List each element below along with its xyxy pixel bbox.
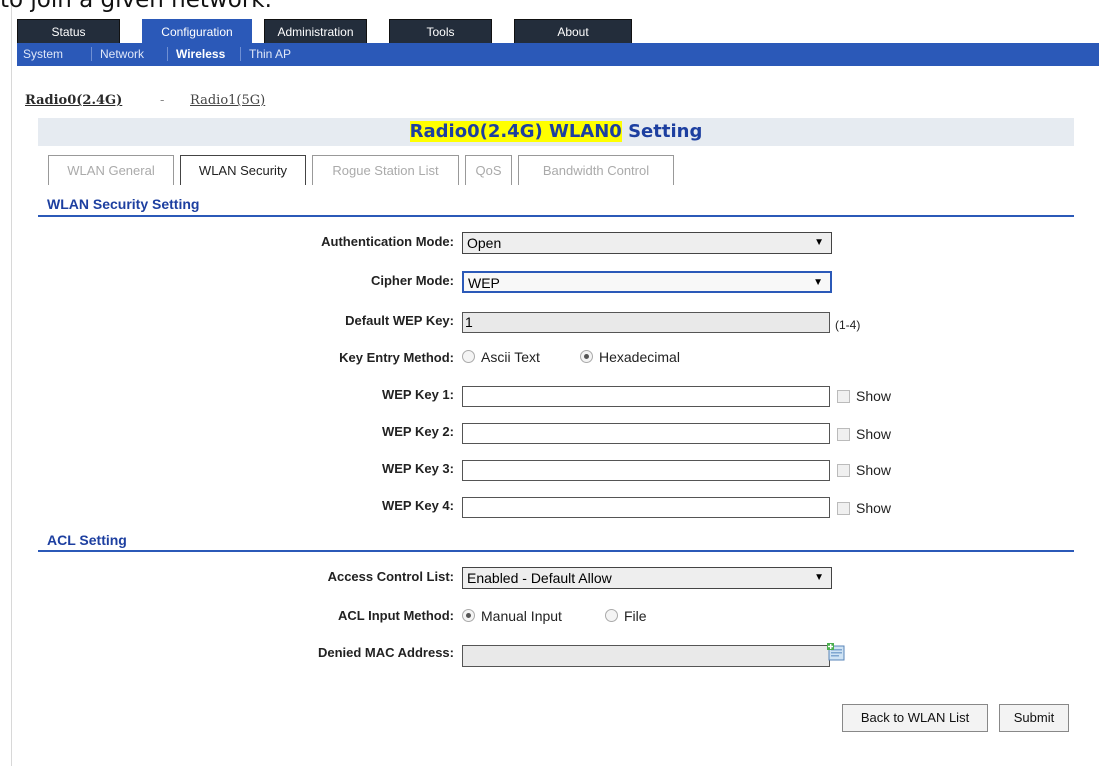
wlan-security-heading: WLAN Security Setting bbox=[47, 196, 200, 212]
subnav-divider bbox=[167, 47, 168, 61]
key-entry-method-label: Key Entry Method: bbox=[339, 350, 454, 365]
wep-key-1-input[interactable] bbox=[462, 386, 830, 407]
section-divider bbox=[38, 550, 1074, 552]
tab-wlan-security[interactable]: WLAN Security bbox=[180, 155, 306, 185]
checkbox-icon bbox=[837, 428, 850, 441]
tab-administration[interactable]: Administration bbox=[264, 19, 367, 43]
tab-wlan-general[interactable]: WLAN General bbox=[48, 155, 174, 185]
default-wep-key-input[interactable]: 1 bbox=[462, 312, 830, 333]
wep-key-4-label: WEP Key 4: bbox=[381, 498, 454, 513]
back-to-wlan-list-button[interactable]: Back to WLAN List bbox=[842, 704, 988, 732]
radio-separator: - bbox=[160, 93, 164, 108]
key-entry-ascii-radio[interactable]: Ascii Text bbox=[462, 349, 540, 365]
show-label: Show bbox=[856, 462, 892, 478]
radio-link-separator: - bbox=[160, 93, 165, 108]
checkbox-icon bbox=[837, 390, 850, 403]
add-mac-icon[interactable] bbox=[827, 643, 847, 661]
default-wep-key-hint: (1-4) bbox=[835, 318, 861, 332]
wep-key-3-input[interactable] bbox=[462, 460, 830, 481]
acl-heading: ACL Setting bbox=[47, 532, 127, 548]
acl-manual-input-radio[interactable]: Manual Input bbox=[462, 608, 562, 624]
caption-text: to join a given network. bbox=[0, 0, 272, 13]
dropdown-arrow-icon: ▼ bbox=[813, 277, 823, 288]
acl-manual-input-label: Manual Input bbox=[481, 608, 562, 624]
page-title: Radio0(2.4G) WLAN0 Setting bbox=[38, 118, 1074, 146]
tab-about[interactable]: About bbox=[514, 19, 632, 43]
radio0-link[interactable]: Radio0(2.4G) bbox=[25, 93, 122, 108]
subnav-network[interactable]: Network bbox=[100, 44, 144, 65]
acl-file-label: File bbox=[624, 608, 647, 624]
radio-links: Radio0(2.4G) bbox=[25, 93, 122, 108]
subnav-wireless[interactable]: Wireless bbox=[176, 44, 225, 65]
tab-bandwidth-control[interactable]: Bandwidth Control bbox=[518, 155, 674, 185]
cipher-mode-select[interactable]: WEP ▼ bbox=[462, 271, 832, 293]
denied-mac-label: Denied MAC Address: bbox=[317, 645, 454, 660]
wep-key-2-label: WEP Key 2: bbox=[381, 424, 454, 439]
acl-file-radio[interactable]: File bbox=[605, 608, 647, 624]
radio1-link[interactable]: Radio1(5G) bbox=[190, 93, 265, 108]
show-label: Show bbox=[856, 426, 892, 442]
submit-button[interactable]: Submit bbox=[999, 704, 1069, 732]
subnav-divider bbox=[91, 47, 92, 61]
auth-mode-label: Authentication Mode: bbox=[321, 234, 454, 249]
show-label: Show bbox=[856, 388, 892, 404]
denied-mac-input[interactable] bbox=[462, 645, 830, 667]
acl-input-method-label: ACL Input Method: bbox=[337, 608, 454, 623]
radio-circle-icon bbox=[605, 609, 618, 622]
page-title-suffix: Setting bbox=[621, 121, 703, 142]
radio-circle-icon bbox=[462, 350, 475, 363]
tab-status[interactable]: Status bbox=[17, 19, 120, 43]
access-control-list-label: Access Control List: bbox=[327, 569, 454, 584]
top-nav: Status Configuration Administration Tool… bbox=[17, 19, 1099, 44]
checkbox-icon bbox=[837, 502, 850, 515]
wep-key-3-label: WEP Key 3: bbox=[381, 461, 454, 476]
cipher-mode-value: WEP bbox=[468, 275, 500, 291]
radio-selected-icon bbox=[462, 609, 475, 622]
subnav-divider bbox=[240, 47, 241, 61]
key-entry-ascii-label: Ascii Text bbox=[481, 349, 540, 365]
wep-key-2-show-checkbox[interactable]: Show bbox=[837, 426, 891, 442]
auth-mode-select[interactable]: Open ▼ bbox=[462, 232, 832, 254]
checkbox-icon bbox=[837, 464, 850, 477]
wep-key-4-show-checkbox[interactable]: Show bbox=[837, 500, 891, 516]
wep-key-4-input[interactable] bbox=[462, 497, 830, 518]
dropdown-arrow-icon: ▼ bbox=[814, 572, 824, 583]
wep-key-1-label: WEP Key 1: bbox=[381, 387, 454, 402]
wep-key-1-show-checkbox[interactable]: Show bbox=[837, 388, 891, 404]
sub-nav: System Network Wireless Thin AP bbox=[17, 43, 1099, 66]
wep-key-3-show-checkbox[interactable]: Show bbox=[837, 462, 891, 478]
wep-key-2-input[interactable] bbox=[462, 423, 830, 444]
subnav-system[interactable]: System bbox=[23, 44, 63, 65]
page-title-highlight: Radio0(2.4G) WLAN0 bbox=[409, 121, 622, 142]
section-divider bbox=[38, 215, 1074, 217]
show-label: Show bbox=[856, 500, 892, 516]
cipher-mode-label: Cipher Mode: bbox=[370, 273, 454, 288]
key-entry-hex-label: Hexadecimal bbox=[599, 349, 680, 365]
auth-mode-value: Open bbox=[467, 235, 502, 251]
tab-configuration[interactable]: Configuration bbox=[142, 19, 252, 44]
key-entry-hex-radio[interactable]: Hexadecimal bbox=[580, 349, 680, 365]
left-border bbox=[11, 0, 12, 766]
tab-rogue-station-list[interactable]: Rogue Station List bbox=[312, 155, 459, 185]
access-control-list-select[interactable]: Enabled - Default Allow ▼ bbox=[462, 567, 832, 589]
tab-qos[interactable]: QoS bbox=[465, 155, 512, 185]
subnav-thin-ap[interactable]: Thin AP bbox=[249, 44, 291, 65]
dropdown-arrow-icon: ▼ bbox=[814, 237, 824, 248]
radio1-link-wrap: Radio1(5G) bbox=[190, 93, 265, 108]
radio-selected-icon bbox=[580, 350, 593, 363]
tab-tools[interactable]: Tools bbox=[389, 19, 492, 43]
default-wep-key-label: Default WEP Key: bbox=[345, 313, 454, 328]
access-control-list-value: Enabled - Default Allow bbox=[467, 570, 612, 586]
